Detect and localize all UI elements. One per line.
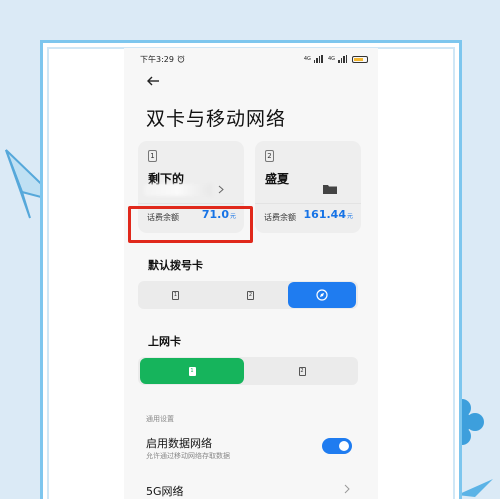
sim-slot-badge: 2: [265, 150, 274, 162]
sim-icon: 2: [298, 366, 306, 376]
default-dial-selector: 1 2: [138, 281, 358, 309]
sim-card-name: 盛夏: [265, 172, 290, 186]
default-dial-option-2[interactable]: 2: [213, 281, 288, 309]
default-dial-option-smart[interactable]: [288, 282, 356, 308]
data-network-title: 启用数据网络: [146, 437, 212, 450]
5g-network-title[interactable]: 5G网络: [146, 483, 184, 499]
sim2-network-label: 4G: [327, 56, 335, 62]
battery-icon: [352, 55, 368, 63]
sim-card-2[interactable]: 2 盛夏 话费余额 161.44元: [255, 141, 361, 233]
status-bar: 下午3:29 4G 4G: [140, 52, 368, 66]
data-network-subtitle: 允许通过移动网络存取数据: [146, 452, 230, 460]
data-card-selector: 1 2: [138, 357, 358, 385]
divider: [138, 203, 244, 204]
data-card-option-2[interactable]: 2: [246, 357, 358, 385]
signal-icon-sim1: [313, 55, 323, 63]
sim-slot-badge: 1: [148, 150, 157, 162]
status-time: 下午3:29: [140, 54, 174, 64]
back-arrow-icon[interactable]: [146, 74, 160, 88]
data-card-option-1[interactable]: 1: [140, 358, 244, 384]
folder-icon: [323, 185, 337, 194]
balance-value: 161.44元: [303, 208, 353, 221]
signal-icon-sim2: [338, 55, 347, 63]
phone-screen: 下午3:29 4G 4G 双卡与移动网络 1 剩下的 话费余额 71.0元 2 …: [124, 48, 378, 499]
sim-icon: 1: [188, 366, 196, 376]
sim1-network-label: 4G: [303, 56, 311, 62]
sim-icon: 1: [172, 290, 179, 300]
alarm-clock-icon: [177, 55, 185, 63]
chevron-right-icon[interactable]: [344, 484, 350, 494]
compass-icon: [316, 289, 328, 301]
default-dial-option-1[interactable]: 1: [138, 281, 213, 309]
divider: [255, 203, 361, 204]
page-title: 双卡与移动网络: [146, 108, 287, 130]
balance-label: 话费余额: [264, 213, 296, 222]
default-dial-label: 默认拨号卡: [148, 259, 203, 272]
general-settings-header: 通用设置: [146, 415, 174, 423]
annotation-highlight-box: [128, 206, 253, 243]
data-card-label: 上网卡: [148, 335, 181, 348]
chevron-right-icon: [218, 185, 224, 194]
data-network-toggle[interactable]: [322, 438, 352, 454]
sim-icon: 2: [247, 290, 254, 300]
blurred-phone-number: [144, 184, 212, 196]
